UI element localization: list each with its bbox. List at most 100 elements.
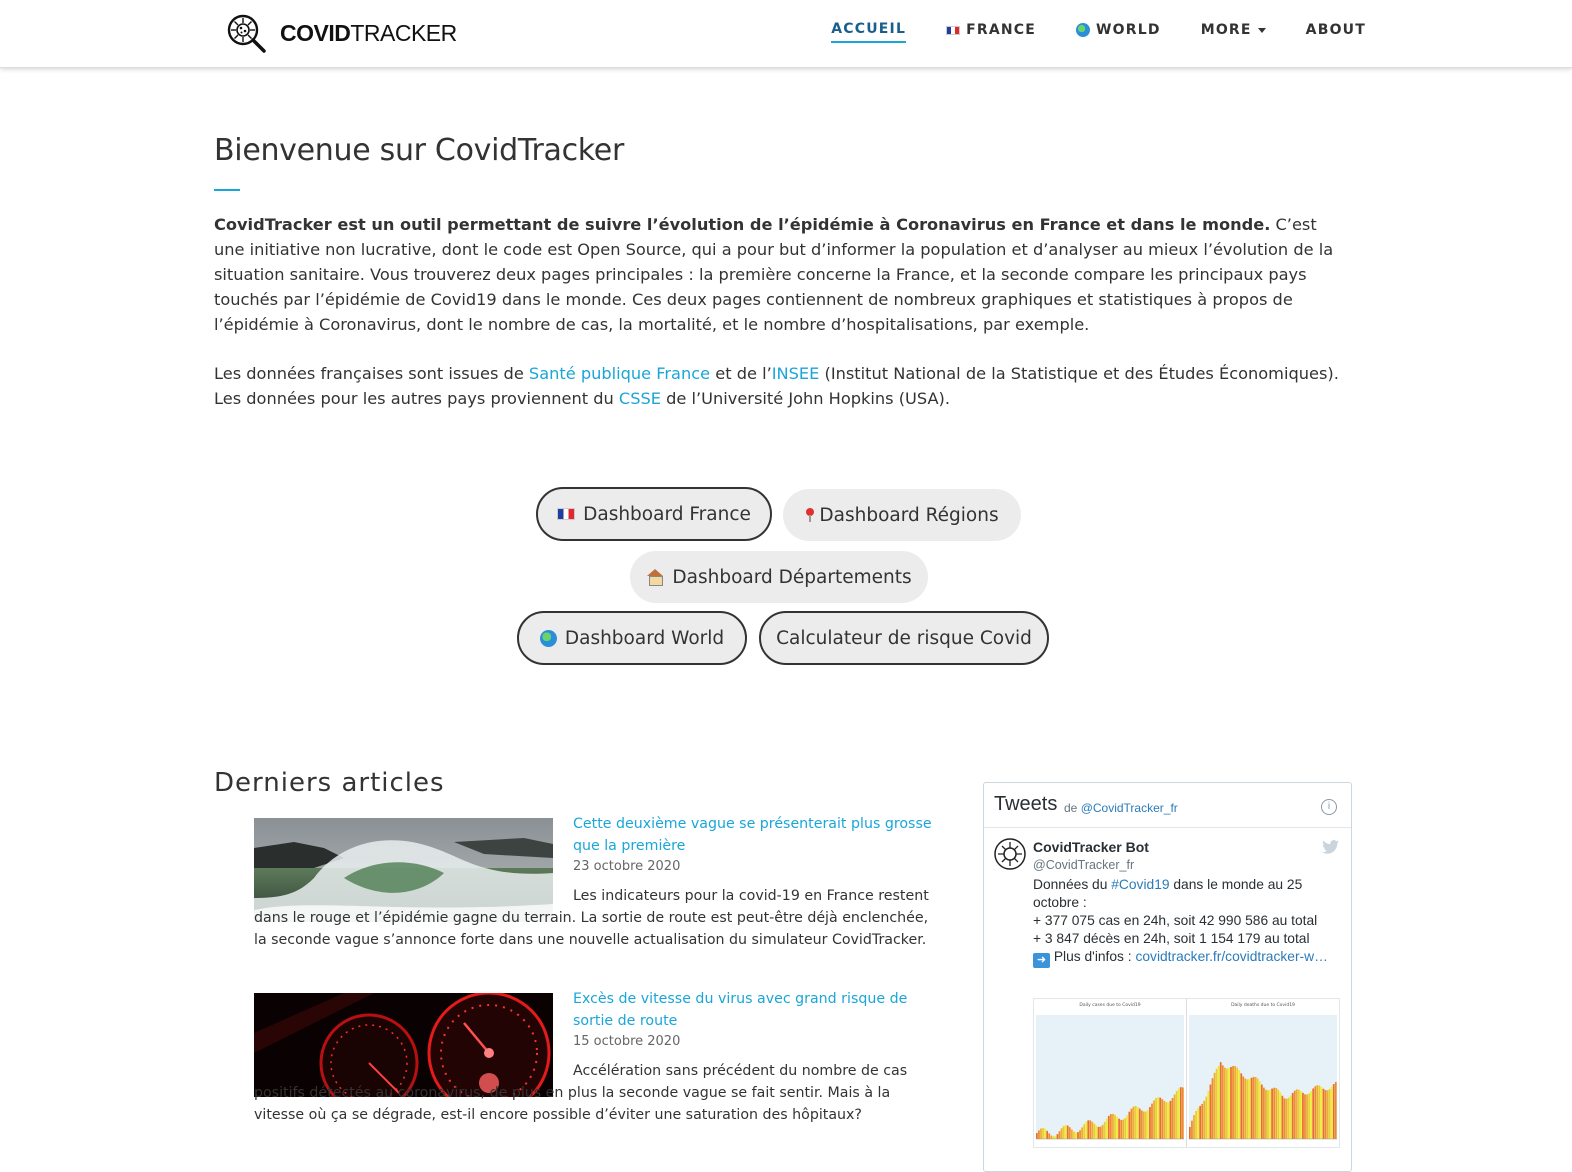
tweet-thumbnail-bar bbox=[1211, 1078, 1214, 1139]
tweet-thumbnail-bar bbox=[1277, 1089, 1280, 1139]
nav-accueil[interactable]: ACCUEIL bbox=[831, 21, 907, 43]
tweet-thumbnail-bar bbox=[1199, 1105, 1202, 1139]
twitter-bird-icon[interactable] bbox=[1322, 840, 1339, 854]
tweet-thumbnail-bar bbox=[1324, 1090, 1327, 1139]
tweet-thumbnail-bar bbox=[1254, 1076, 1257, 1139]
tweet-thumbnail-bar bbox=[1334, 1081, 1337, 1139]
tweet-more-info-link[interactable]: covidtracker.fr/covidtracker-w… bbox=[1135, 949, 1327, 964]
tweet-chart-image[interactable]: Daily cases due to Covid19 Daily deaths … bbox=[1033, 998, 1340, 1148]
article-title-link[interactable]: Excès de vitesse du virus avec grand ris… bbox=[573, 988, 933, 1032]
tweet-thumbnail-bar bbox=[1144, 1111, 1147, 1139]
tweet-thumbnail-bar bbox=[1132, 1106, 1135, 1139]
nav-france[interactable]: FRANCE bbox=[946, 21, 1036, 43]
dashboard-regions-button[interactable]: Dashboard Régions bbox=[783, 489, 1021, 541]
tweet-thumbnail-bar bbox=[1064, 1125, 1067, 1139]
article-title-link[interactable]: Cette deuxième vague se présenterait plu… bbox=[573, 813, 933, 857]
dashboard-world-label: Dashboard World bbox=[564, 627, 725, 649]
tweet-thumbnail-bar bbox=[1142, 1111, 1145, 1139]
tweet-thumbnail-bar bbox=[1232, 1066, 1234, 1139]
tweet-thumbnail-bar bbox=[1275, 1087, 1278, 1139]
dashboard-departements-button[interactable]: Dashboard Départements bbox=[630, 551, 928, 603]
tweet-author-handle[interactable]: @CovidTracker_fr bbox=[1033, 858, 1134, 872]
nav-france-label: FRANCE bbox=[966, 22, 1037, 38]
tweet-thumbnail-bar bbox=[1279, 1092, 1282, 1139]
tweets-account-link[interactable]: @CovidTracker_fr bbox=[1081, 801, 1178, 815]
twitter-timeline-widget[interactable]: Tweets de @CovidTracker_fr i CovidTracke… bbox=[983, 782, 1352, 1172]
bot-avatar-icon[interactable] bbox=[994, 838, 1026, 870]
right-arrow-icon: ➜ bbox=[1033, 953, 1050, 968]
tweet-thumbnail-bar bbox=[1197, 1108, 1199, 1139]
nav-accueil-label: ACCUEIL bbox=[831, 21, 907, 37]
tweet-thumbnail-bar bbox=[1234, 1066, 1236, 1139]
tweet-thumbnail-bar bbox=[1285, 1098, 1288, 1139]
tweet-thumbnail-bar bbox=[1316, 1085, 1319, 1139]
tweet-thumbnail-bar bbox=[1120, 1119, 1123, 1139]
tweet-thumbnail-bar bbox=[1124, 1117, 1127, 1139]
tweet-thumbnail-bar bbox=[1056, 1134, 1059, 1139]
tweet-thumbnail-bar bbox=[1179, 1087, 1182, 1139]
tweet-thumbnail-bar bbox=[1217, 1065, 1220, 1139]
tweet-thumbnail-bar bbox=[1177, 1088, 1180, 1139]
nav-menu: ACCUEIL FRANCE WORLD MORE ABOUT bbox=[791, 21, 1366, 43]
tweet-thumbnail-bar bbox=[1165, 1102, 1168, 1139]
tweet-thumbnail-bar bbox=[1091, 1121, 1094, 1139]
tweet-thumbnail-bar bbox=[1128, 1111, 1131, 1139]
nav-about[interactable]: ABOUT bbox=[1306, 21, 1366, 43]
tweet-thumbnail-bar bbox=[1118, 1118, 1120, 1139]
tweet-thumbnail-bar bbox=[1103, 1121, 1106, 1139]
tweet-thumbnail-bar bbox=[1062, 1126, 1065, 1139]
latest-articles-title: Derniers articles bbox=[214, 768, 445, 798]
tweet-thumbnail-bar bbox=[1281, 1095, 1284, 1139]
covid19-hashtag-link[interactable]: #Covid19 bbox=[1111, 877, 1169, 892]
tweet-thumbnail-bar bbox=[1205, 1096, 1208, 1139]
title-underline bbox=[214, 189, 240, 191]
nav-world[interactable]: WORLD bbox=[1076, 21, 1161, 43]
tweet-thumbnail-bar bbox=[1263, 1087, 1265, 1139]
nav-world-label: WORLD bbox=[1096, 22, 1161, 38]
dashboard-france-button[interactable]: Dashboard France bbox=[536, 487, 772, 541]
tweet-thumbnail-bar bbox=[1302, 1092, 1304, 1139]
article-item: Excès de vitesse du virus avec grand ris… bbox=[254, 991, 934, 1153]
tweet-thumbnail-bar bbox=[1077, 1132, 1079, 1139]
csse-link[interactable]: CSSE bbox=[619, 389, 661, 408]
tweet-thumbnail-bar bbox=[1181, 1087, 1184, 1139]
sante-publique-france-link[interactable]: Santé publique France bbox=[529, 364, 710, 383]
tweet-chart-thumbnail: Daily cases due to Covid19 Daily deaths … bbox=[1034, 999, 1339, 1147]
article-date: 23 octobre 2020 bbox=[573, 859, 681, 874]
tweet-thumbnail-bar bbox=[1060, 1128, 1063, 1139]
france-flag-icon bbox=[557, 508, 576, 520]
nav-more-label: MORE bbox=[1200, 22, 1252, 38]
tweet-thumbnail-bar bbox=[1240, 1073, 1243, 1139]
tweet-thumbnail-bar bbox=[1126, 1115, 1129, 1139]
dashboard-world-button[interactable]: Dashboard World bbox=[517, 611, 747, 665]
nav-more-dropdown[interactable]: MORE bbox=[1201, 21, 1266, 43]
tweet-thumbnail-bar bbox=[1230, 1066, 1232, 1139]
tweet-thumbnail-bar bbox=[1201, 1103, 1204, 1139]
tweet-thumbnail-bar bbox=[1052, 1136, 1055, 1139]
tweet-thumbnail-bar bbox=[1320, 1086, 1323, 1139]
tweet-thumbnail-bar bbox=[1161, 1099, 1164, 1139]
tweet-thumbnail-bar bbox=[1332, 1084, 1335, 1139]
brand-home-link[interactable]: COVIDTRACKER bbox=[226, 13, 457, 53]
tweet-thumbnail-bar bbox=[1191, 1120, 1193, 1139]
risk-calculator-button[interactable]: Calculateur de risque Covid bbox=[759, 611, 1049, 665]
risk-calculator-label: Calculateur de risque Covid bbox=[776, 627, 1032, 649]
info-icon[interactable]: i bbox=[1321, 799, 1337, 815]
tweet-thumbnail-bar bbox=[1318, 1085, 1321, 1139]
tweet-thumbnail-bar bbox=[1079, 1130, 1081, 1139]
dashboard-regions-label: Dashboard Régions bbox=[819, 504, 999, 526]
tweet-thumbnail-bar bbox=[1068, 1127, 1071, 1139]
sources-text-b: et de l’ bbox=[710, 364, 772, 383]
tweet-thumbnail-bar bbox=[1169, 1100, 1172, 1139]
tweet-thumbnail-bar bbox=[1256, 1078, 1259, 1139]
tweet-thumbnail-bar bbox=[1087, 1120, 1090, 1139]
tweet-thumbnail-bar bbox=[1283, 1098, 1286, 1139]
tweet-thumbnail-bar bbox=[1105, 1118, 1108, 1139]
article-date: 15 octobre 2020 bbox=[573, 1034, 681, 1049]
tweet-thumbnail-bar bbox=[1140, 1110, 1143, 1139]
house-icon bbox=[646, 569, 664, 586]
tweet-thumbnail-bar bbox=[1167, 1102, 1170, 1139]
globe-icon bbox=[539, 629, 557, 647]
tweet-author-name[interactable]: CovidTracker Bot bbox=[1033, 839, 1149, 855]
insee-link[interactable]: INSEE bbox=[772, 364, 820, 383]
